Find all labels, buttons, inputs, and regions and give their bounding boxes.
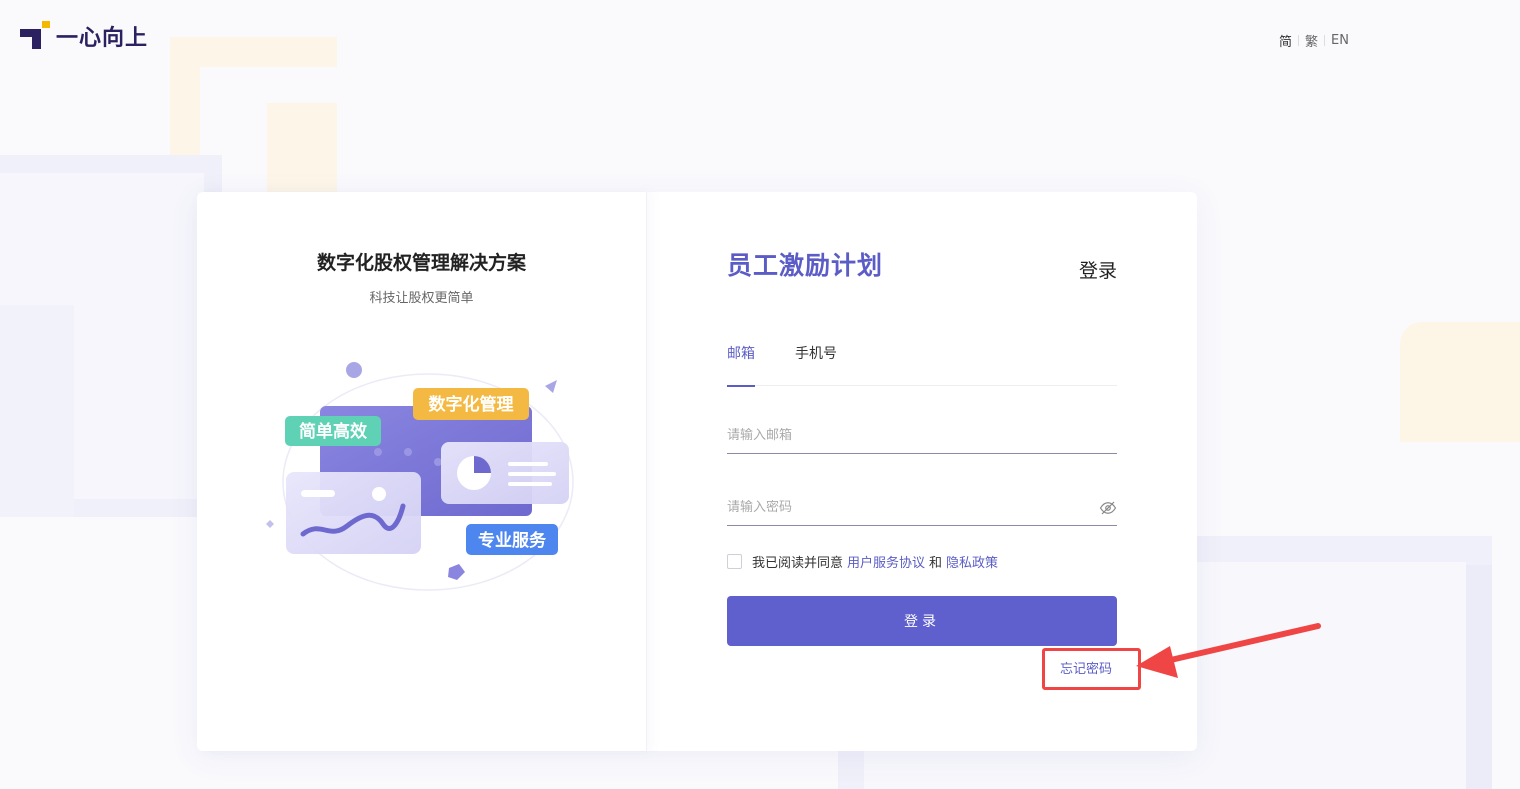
agree-and: 和 — [929, 556, 943, 571]
agreement-row: 我已阅读并同意 用户服务协议 和 隐私政策 — [727, 552, 1002, 571]
email-input[interactable] — [727, 428, 1117, 443]
login-button[interactable]: 登录 — [727, 596, 1117, 646]
logo[interactable]: 一心向上 — [20, 20, 148, 52]
equity-illustration: 简单高效 数字化管理 专业服务 — [266, 362, 574, 591]
login-method-tabs: 邮箱 手机号 — [727, 342, 1117, 387]
lang-divider — [1298, 35, 1300, 46]
logo-mark-icon — [20, 21, 50, 51]
promo-panel: 数字化股权管理解决方案 科技让股权更简单 简单高效 数字化管理 专业服务 — [197, 192, 647, 751]
tag-digital: 数字化管理 — [429, 394, 514, 415]
annotation-arrow-icon — [1136, 623, 1321, 678]
lang-divider — [1324, 35, 1326, 46]
eye-off-icon[interactable] — [1099, 499, 1117, 517]
agree-checkbox[interactable] — [727, 554, 742, 569]
bg-decoration-purple-right-inner — [1466, 565, 1492, 789]
brand-title: 员工激励计划 — [727, 251, 884, 280]
password-input[interactable] — [727, 500, 1099, 515]
lang-simplified[interactable]: 简 — [1279, 31, 1292, 50]
logo-text: 一心向上 — [56, 26, 149, 51]
privacy-link[interactable]: 隐私政策 — [946, 552, 998, 571]
tag-pro: 专业服务 — [478, 530, 547, 551]
tab-email[interactable]: 邮箱 — [727, 342, 755, 387]
email-field-wrapper — [727, 418, 1117, 454]
bg-decoration-purple-left-inner — [0, 305, 74, 517]
promo-title: 数字化股权管理解决方案 — [316, 252, 526, 274]
bg-decoration-yellow-right — [1400, 322, 1520, 442]
language-switcher: 简 繁 EN — [1279, 31, 1349, 50]
terms-link[interactable]: 用户服务协议 — [847, 552, 925, 571]
agree-prefix: 我已阅读并同意 — [752, 556, 844, 571]
tag-simple: 简单高效 — [299, 421, 367, 442]
lang-english[interactable]: EN — [1331, 33, 1349, 48]
password-field-wrapper — [727, 490, 1117, 526]
annotation-highlight-box — [1042, 648, 1141, 690]
promo-subtitle: 科技让股权更简单 — [369, 291, 474, 306]
login-heading: 登录 — [1078, 260, 1117, 282]
tab-phone[interactable]: 手机号 — [795, 342, 837, 386]
lang-traditional[interactable]: 繁 — [1305, 31, 1318, 50]
